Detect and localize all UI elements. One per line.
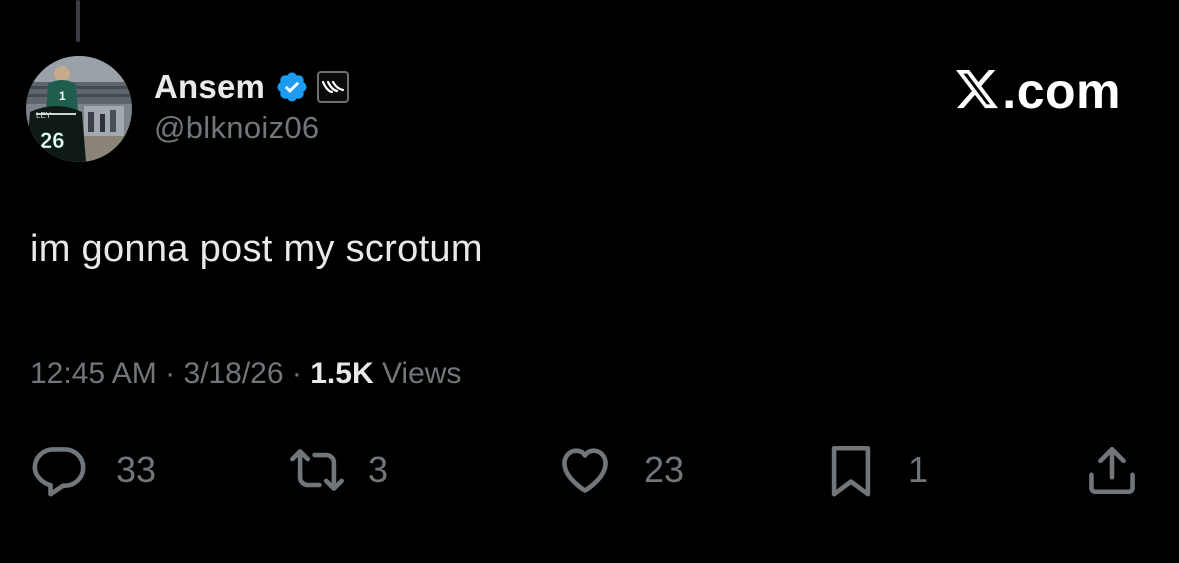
bookmark-button[interactable]: 1 [822,440,928,500]
reply-icon [32,447,86,497]
repost-count: 3 [368,449,389,490]
affiliate-badge-icon[interactable] [317,71,350,103]
author-name-row: Ansem [154,64,350,110]
x-logo-icon [956,70,999,109]
tweet-date[interactable]: 3/18/26 [183,357,283,390]
like-count: 23 [644,449,685,490]
avatar-jersey-number: 26 [40,128,64,153]
heart-icon [562,448,608,493]
meta-separator: · [165,357,176,390]
x-brand-logo: .com [954,64,1121,118]
author-display-name[interactable]: Ansem [154,68,265,106]
svg-text:LEY: LEY [36,111,52,120]
reply-button[interactable]: 33 [30,440,156,500]
like-button[interactable]: 23 [556,440,684,500]
repost-button[interactable]: 3 [288,440,388,500]
share-icon [1089,446,1135,495]
reply-count: 33 [116,449,157,490]
tweet-metadata: 12:45 AM · 3/18/26 · 1.5K Views [30,357,461,391]
thread-connector-line [76,0,80,42]
share-button[interactable] [1083,440,1141,500]
svg-text:1: 1 [59,89,66,103]
avatar-photo: 1 LEY 26 [26,56,132,162]
meta-separator: · [291,357,302,390]
author-handle[interactable]: @blknoiz06 [154,110,319,146]
views-label: Views [381,357,462,390]
bookmark-count: 1 [908,449,929,490]
bookmark-icon [831,445,871,497]
verified-badge-icon[interactable] [275,70,309,104]
repost-icon [290,449,344,491]
tweet-time[interactable]: 12:45 AM [30,357,157,390]
views-count: 1.5K [310,357,374,390]
tweet-body-text: im gonna post my scrotum [30,228,483,270]
action-bar: 33 3 23 1 [0,440,1179,500]
brand-domain-text: .com [1002,63,1121,119]
avatar[interactable]: 1 LEY 26 [26,56,132,162]
